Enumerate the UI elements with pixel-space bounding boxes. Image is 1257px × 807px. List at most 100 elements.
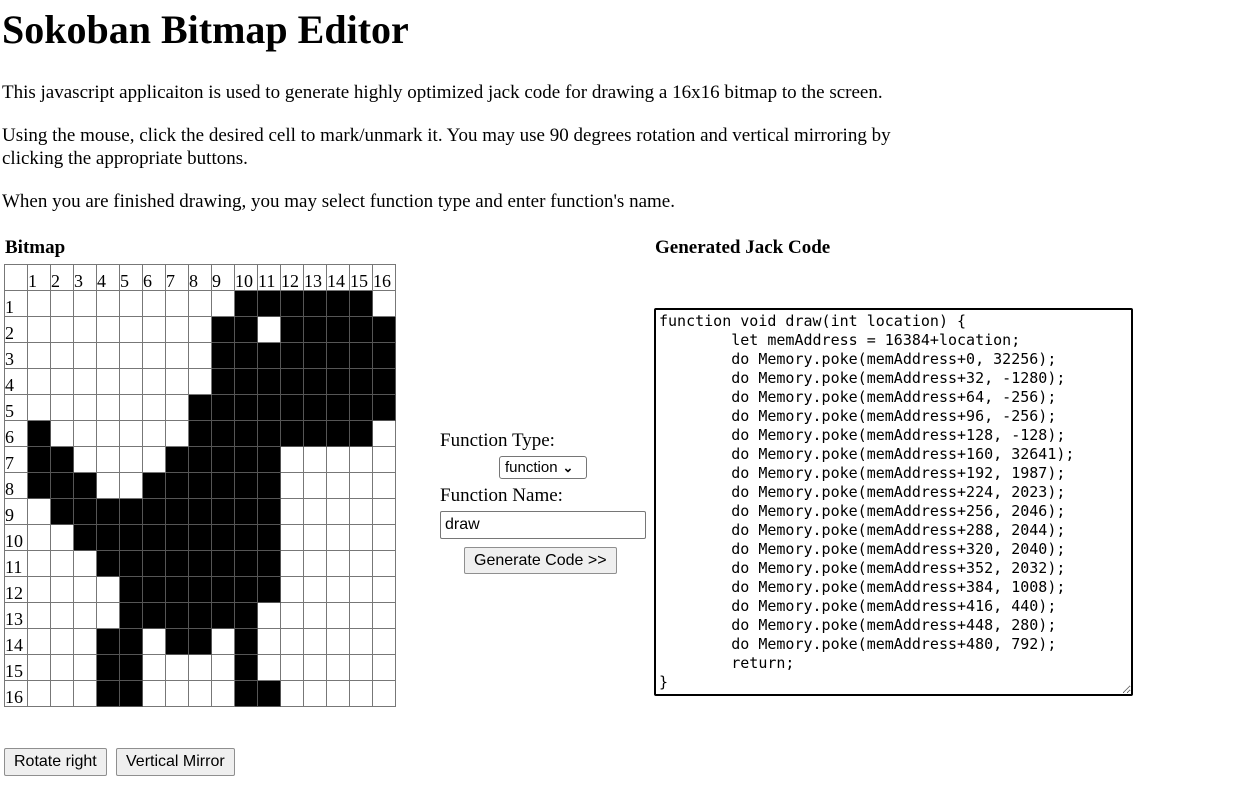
bitmap-cell[interactable] <box>188 446 212 473</box>
bitmap-cell[interactable] <box>211 576 235 603</box>
bitmap-cell[interactable] <box>372 498 396 525</box>
bitmap-cell[interactable] <box>188 420 212 447</box>
bitmap-cell[interactable] <box>96 680 120 707</box>
bitmap-cell[interactable] <box>303 654 327 681</box>
bitmap-cell[interactable] <box>165 368 189 395</box>
bitmap-cell[interactable] <box>326 472 350 499</box>
bitmap-cell[interactable] <box>303 680 327 707</box>
bitmap-cell[interactable] <box>234 628 258 655</box>
bitmap-cell[interactable] <box>165 342 189 369</box>
bitmap-cell[interactable] <box>119 368 143 395</box>
bitmap-cell[interactable] <box>349 498 373 525</box>
bitmap-cell[interactable] <box>257 602 281 629</box>
bitmap-cell[interactable] <box>211 628 235 655</box>
bitmap-cell[interactable] <box>211 654 235 681</box>
bitmap-cell[interactable] <box>326 446 350 473</box>
bitmap-cell[interactable] <box>119 576 143 603</box>
bitmap-cell[interactable] <box>73 680 97 707</box>
bitmap-cell[interactable] <box>142 446 166 473</box>
bitmap-cell[interactable] <box>188 628 212 655</box>
bitmap-cell[interactable] <box>234 446 258 473</box>
bitmap-cell[interactable] <box>211 446 235 473</box>
bitmap-cell[interactable] <box>142 316 166 343</box>
bitmap-cell[interactable] <box>50 498 74 525</box>
bitmap-cell[interactable] <box>257 472 281 499</box>
bitmap-cell[interactable] <box>73 394 97 421</box>
bitmap-cell[interactable] <box>73 446 97 473</box>
bitmap-cell[interactable] <box>349 342 373 369</box>
bitmap-cell[interactable] <box>326 342 350 369</box>
bitmap-cell[interactable] <box>119 420 143 447</box>
bitmap-cell[interactable] <box>372 420 396 447</box>
bitmap-cell[interactable] <box>326 498 350 525</box>
bitmap-cell[interactable] <box>119 628 143 655</box>
bitmap-cell[interactable] <box>165 420 189 447</box>
function-name-input[interactable] <box>440 511 646 539</box>
bitmap-cell[interactable] <box>165 316 189 343</box>
bitmap-cell[interactable] <box>50 576 74 603</box>
bitmap-cell[interactable] <box>73 420 97 447</box>
bitmap-cell[interactable] <box>349 602 373 629</box>
bitmap-cell[interactable] <box>165 290 189 317</box>
bitmap-cell[interactable] <box>372 602 396 629</box>
bitmap-cell[interactable] <box>165 602 189 629</box>
bitmap-cell[interactable] <box>257 654 281 681</box>
bitmap-cell[interactable] <box>142 524 166 551</box>
bitmap-cell[interactable] <box>211 290 235 317</box>
bitmap-cell[interactable] <box>50 654 74 681</box>
bitmap-cell[interactable] <box>165 550 189 577</box>
bitmap-cell[interactable] <box>211 680 235 707</box>
bitmap-cell[interactable] <box>50 316 74 343</box>
bitmap-cell[interactable] <box>50 446 74 473</box>
bitmap-cell[interactable] <box>96 420 120 447</box>
bitmap-cell[interactable] <box>349 446 373 473</box>
bitmap-cell[interactable] <box>73 368 97 395</box>
bitmap-cell[interactable] <box>50 628 74 655</box>
bitmap-cell[interactable] <box>280 290 304 317</box>
vertical-mirror-button[interactable]: Vertical Mirror <box>116 748 235 776</box>
bitmap-cell[interactable] <box>96 498 120 525</box>
bitmap-cell[interactable] <box>326 550 350 577</box>
bitmap-cell[interactable] <box>50 420 74 447</box>
bitmap-cell[interactable] <box>257 680 281 707</box>
bitmap-cell[interactable] <box>188 316 212 343</box>
bitmap-cell[interactable] <box>188 602 212 629</box>
bitmap-cell[interactable] <box>96 472 120 499</box>
bitmap-cell[interactable] <box>211 524 235 551</box>
bitmap-cell[interactable] <box>27 290 51 317</box>
bitmap-cell[interactable] <box>280 446 304 473</box>
bitmap-cell[interactable] <box>303 498 327 525</box>
bitmap-cell[interactable] <box>257 524 281 551</box>
bitmap-cell[interactable] <box>280 628 304 655</box>
bitmap-cell[interactable] <box>326 394 350 421</box>
bitmap-cell[interactable] <box>257 368 281 395</box>
bitmap-cell[interactable] <box>257 628 281 655</box>
bitmap-cell[interactable] <box>257 420 281 447</box>
bitmap-cell[interactable] <box>234 342 258 369</box>
bitmap-cell[interactable] <box>303 472 327 499</box>
bitmap-cell[interactable] <box>188 290 212 317</box>
bitmap-cell[interactable] <box>349 680 373 707</box>
bitmap-cell[interactable] <box>211 602 235 629</box>
bitmap-cell[interactable] <box>372 446 396 473</box>
bitmap-cell[interactable] <box>349 550 373 577</box>
bitmap-cell[interactable] <box>349 316 373 343</box>
bitmap-cell[interactable] <box>280 316 304 343</box>
bitmap-cell[interactable] <box>349 420 373 447</box>
bitmap-cell[interactable] <box>234 316 258 343</box>
bitmap-cell[interactable] <box>119 290 143 317</box>
bitmap-cell[interactable] <box>142 680 166 707</box>
bitmap-cell[interactable] <box>27 368 51 395</box>
bitmap-cell[interactable] <box>211 550 235 577</box>
bitmap-cell[interactable] <box>96 602 120 629</box>
bitmap-cell[interactable] <box>303 602 327 629</box>
bitmap-cell[interactable] <box>142 602 166 629</box>
bitmap-cell[interactable] <box>96 368 120 395</box>
bitmap-cell[interactable] <box>142 472 166 499</box>
bitmap-cell[interactable] <box>234 680 258 707</box>
bitmap-cell[interactable] <box>372 316 396 343</box>
bitmap-cell[interactable] <box>50 394 74 421</box>
bitmap-cell[interactable] <box>119 680 143 707</box>
bitmap-cell[interactable] <box>27 576 51 603</box>
bitmap-cell[interactable] <box>211 420 235 447</box>
